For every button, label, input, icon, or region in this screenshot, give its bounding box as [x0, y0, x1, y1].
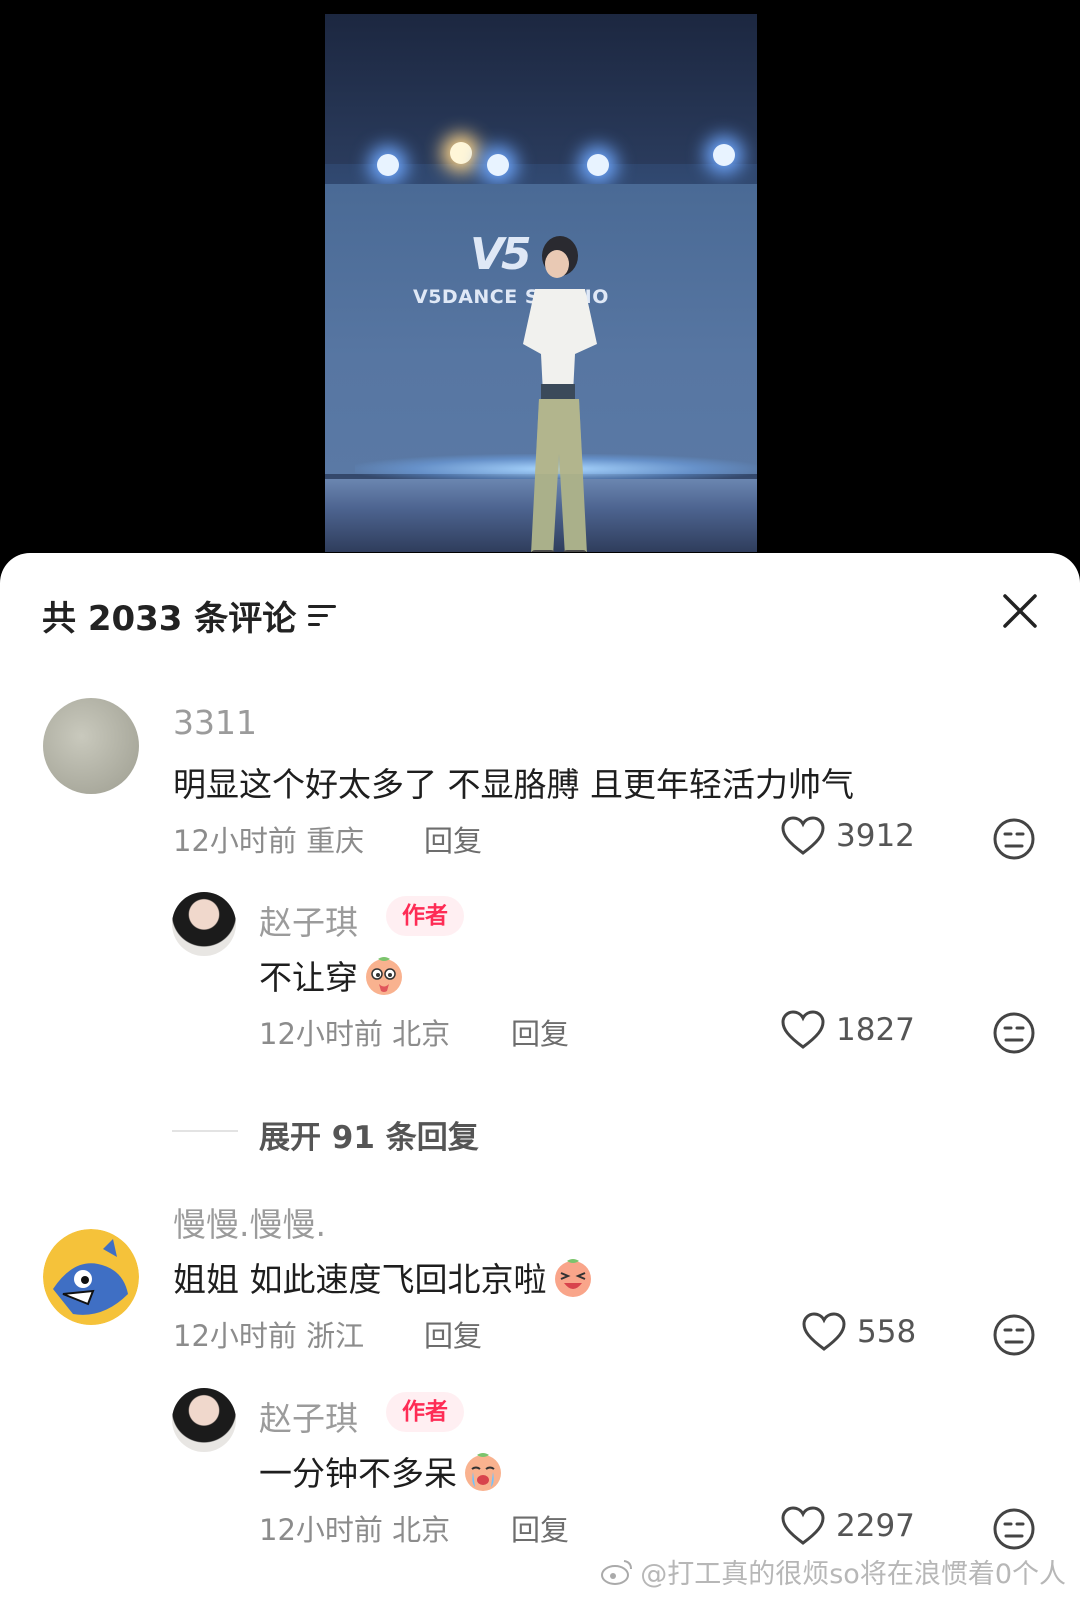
weibo-watermark: @打工真的很烦so将在浪惯着0个人: [600, 1552, 1066, 1591]
dislike-icon[interactable]: [992, 1507, 1036, 1551]
sort-icon[interactable]: [308, 603, 338, 627]
expand-divider: [172, 1130, 238, 1132]
like-count: 558: [857, 1314, 917, 1350]
heart-icon: [781, 1506, 825, 1545]
reply-button[interactable]: 回复: [511, 1507, 569, 1549]
stage-light: [450, 142, 472, 164]
close-icon[interactable]: [1000, 591, 1040, 631]
comment-text-row: 姐姐 如此速度飞回北京啦: [173, 1253, 595, 1301]
like-count: 1827: [836, 1012, 915, 1048]
like-button[interactable]: 558: [801, 1311, 916, 1353]
dislike-icon[interactable]: [992, 1011, 1036, 1055]
avatar[interactable]: [172, 892, 236, 956]
video-frame[interactable]: V5 V5DANCE STUDIO: [325, 14, 757, 552]
like-button[interactable]: 1827: [780, 1009, 915, 1051]
reply-text: 不让穿: [259, 958, 358, 997]
tongue-emoji-icon: [366, 957, 402, 995]
dancer-figure: [523, 236, 597, 552]
dislike-icon[interactable]: [992, 1313, 1036, 1357]
avatar[interactable]: [43, 698, 139, 794]
author-badge: 作者: [386, 1392, 464, 1432]
watermark-text: @打工真的很烦so将在浪惯着0个人: [640, 1559, 1066, 1590]
stage-light: [487, 154, 509, 176]
reply-button[interactable]: 回复: [424, 1313, 482, 1355]
like-button[interactable]: 3912: [780, 815, 915, 857]
like-button[interactable]: 2297: [780, 1505, 915, 1547]
comments-sheet: 共 2033 条评论 3311 明显这个好太多了 不显胳膊 且更年轻活力帅气 1…: [0, 553, 1080, 1615]
comment-time-location: 12小时前 浙江: [173, 1319, 365, 1353]
reply-button[interactable]: 回复: [511, 1011, 569, 1053]
reply-text-row: 不让穿: [259, 951, 406, 999]
reply-button[interactable]: 回复: [424, 818, 482, 860]
reply-text: 一分钟不多呆: [259, 1454, 457, 1493]
stage-truss: [325, 14, 757, 164]
comment-username[interactable]: 慢慢.慢慢.: [173, 1198, 326, 1246]
crying-emoji-icon: [465, 1453, 501, 1491]
heart-icon: [802, 1312, 846, 1351]
reply-time-location: 12小时前 北京: [259, 1513, 451, 1547]
laughing-emoji-icon: [554, 1259, 591, 1297]
comment-text: 姐姐 如此速度飞回北京啦: [173, 1260, 547, 1299]
avatar[interactable]: [172, 1388, 236, 1452]
like-count: 3912: [836, 818, 915, 854]
expand-replies-button[interactable]: 展开 91 条回复: [259, 1112, 479, 1157]
like-count: 2297: [836, 1508, 915, 1544]
comment-username[interactable]: 3311: [173, 703, 257, 742]
weibo-logo-icon: [601, 1559, 633, 1585]
heart-icon: [781, 1010, 825, 1049]
author-badge: 作者: [386, 896, 464, 936]
comments-count-title: 共 2033 条评论: [42, 598, 297, 639]
dislike-icon[interactable]: [992, 817, 1036, 861]
comment-time-location: 12小时前 重庆: [173, 824, 365, 858]
comments-header: 共 2033 条评论: [42, 593, 338, 639]
stage-light: [377, 154, 399, 176]
stage-light: [587, 154, 609, 176]
reply-time-location: 12小时前 北京: [259, 1017, 451, 1051]
reply-username[interactable]: 赵子琪: [259, 1392, 358, 1440]
reply-username[interactable]: 赵子琪: [259, 896, 358, 944]
heart-icon: [781, 816, 825, 855]
reply-text-row: 一分钟不多呆: [259, 1447, 505, 1495]
comment-text: 明显这个好太多了 不显胳膊 且更年轻活力帅气: [173, 765, 854, 804]
stage-light: [713, 144, 735, 166]
avatar[interactable]: [43, 1229, 139, 1325]
